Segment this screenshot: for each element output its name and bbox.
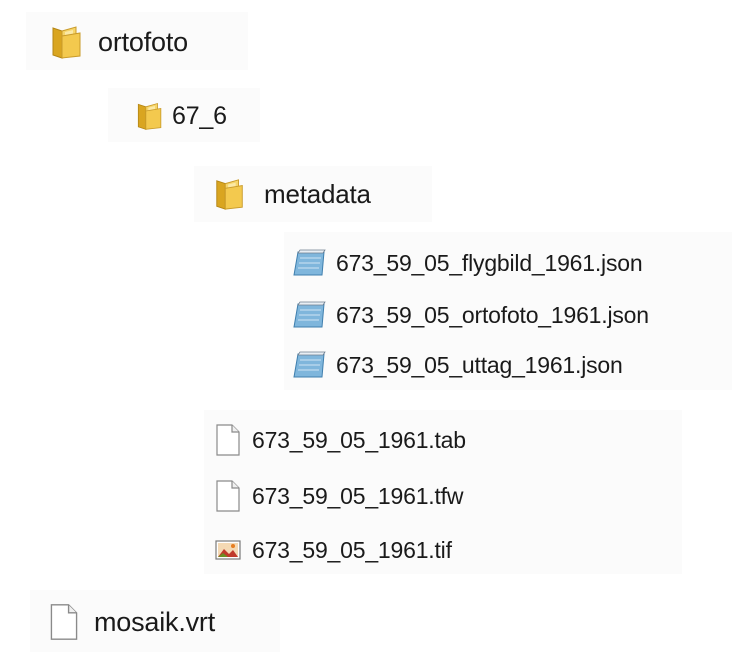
file-name: 673_59_05_1961.tab bbox=[252, 426, 466, 453]
blank-file-icon bbox=[214, 423, 242, 457]
file-name: 673_59_05_1961.tif bbox=[252, 536, 452, 563]
blank-file-icon bbox=[214, 479, 242, 513]
tree-item-label: ortofoto bbox=[98, 26, 188, 57]
tree-item-label: 67_6 bbox=[172, 101, 227, 130]
image-file-icon bbox=[214, 538, 242, 562]
file-item[interactable]: mosaik.vrt bbox=[48, 602, 215, 642]
file-name: 673_59_05_1961.tfw bbox=[252, 482, 464, 509]
tree-item-label: metadata bbox=[264, 178, 371, 209]
blank-file-icon bbox=[48, 602, 80, 642]
file-item[interactable]: 673_59_05_1961.tif bbox=[214, 532, 452, 568]
tree-item-metadata[interactable]: metadata bbox=[212, 174, 371, 214]
folder-icon bbox=[212, 177, 248, 211]
folder-icon bbox=[48, 24, 86, 60]
tree-item-67-6[interactable]: 67_6 bbox=[134, 98, 227, 134]
tree-item-ortofoto[interactable]: ortofoto bbox=[48, 22, 188, 62]
file-item[interactable]: 673_59_05_1961.tfw bbox=[214, 478, 463, 514]
file-name: 673_59_05_uttag_1961.json bbox=[336, 351, 623, 378]
text-document-icon bbox=[292, 350, 328, 380]
file-item[interactable]: 673_59_05_1961.tab bbox=[214, 422, 466, 458]
text-document-icon bbox=[292, 248, 328, 278]
file-name: mosaik.vrt bbox=[94, 606, 216, 637]
text-document-icon bbox=[292, 300, 328, 330]
file-item[interactable]: 673_59_05_uttag_1961.json bbox=[292, 348, 623, 382]
file-item[interactable]: 673_59_05_flygbild_1961.json bbox=[292, 246, 643, 280]
folder-icon bbox=[134, 101, 166, 131]
file-name: 673_59_05_ortofoto_1961.json bbox=[336, 301, 649, 328]
file-name: 673_59_05_flygbild_1961.json bbox=[336, 249, 643, 276]
file-item[interactable]: 673_59_05_ortofoto_1961.json bbox=[292, 298, 649, 332]
